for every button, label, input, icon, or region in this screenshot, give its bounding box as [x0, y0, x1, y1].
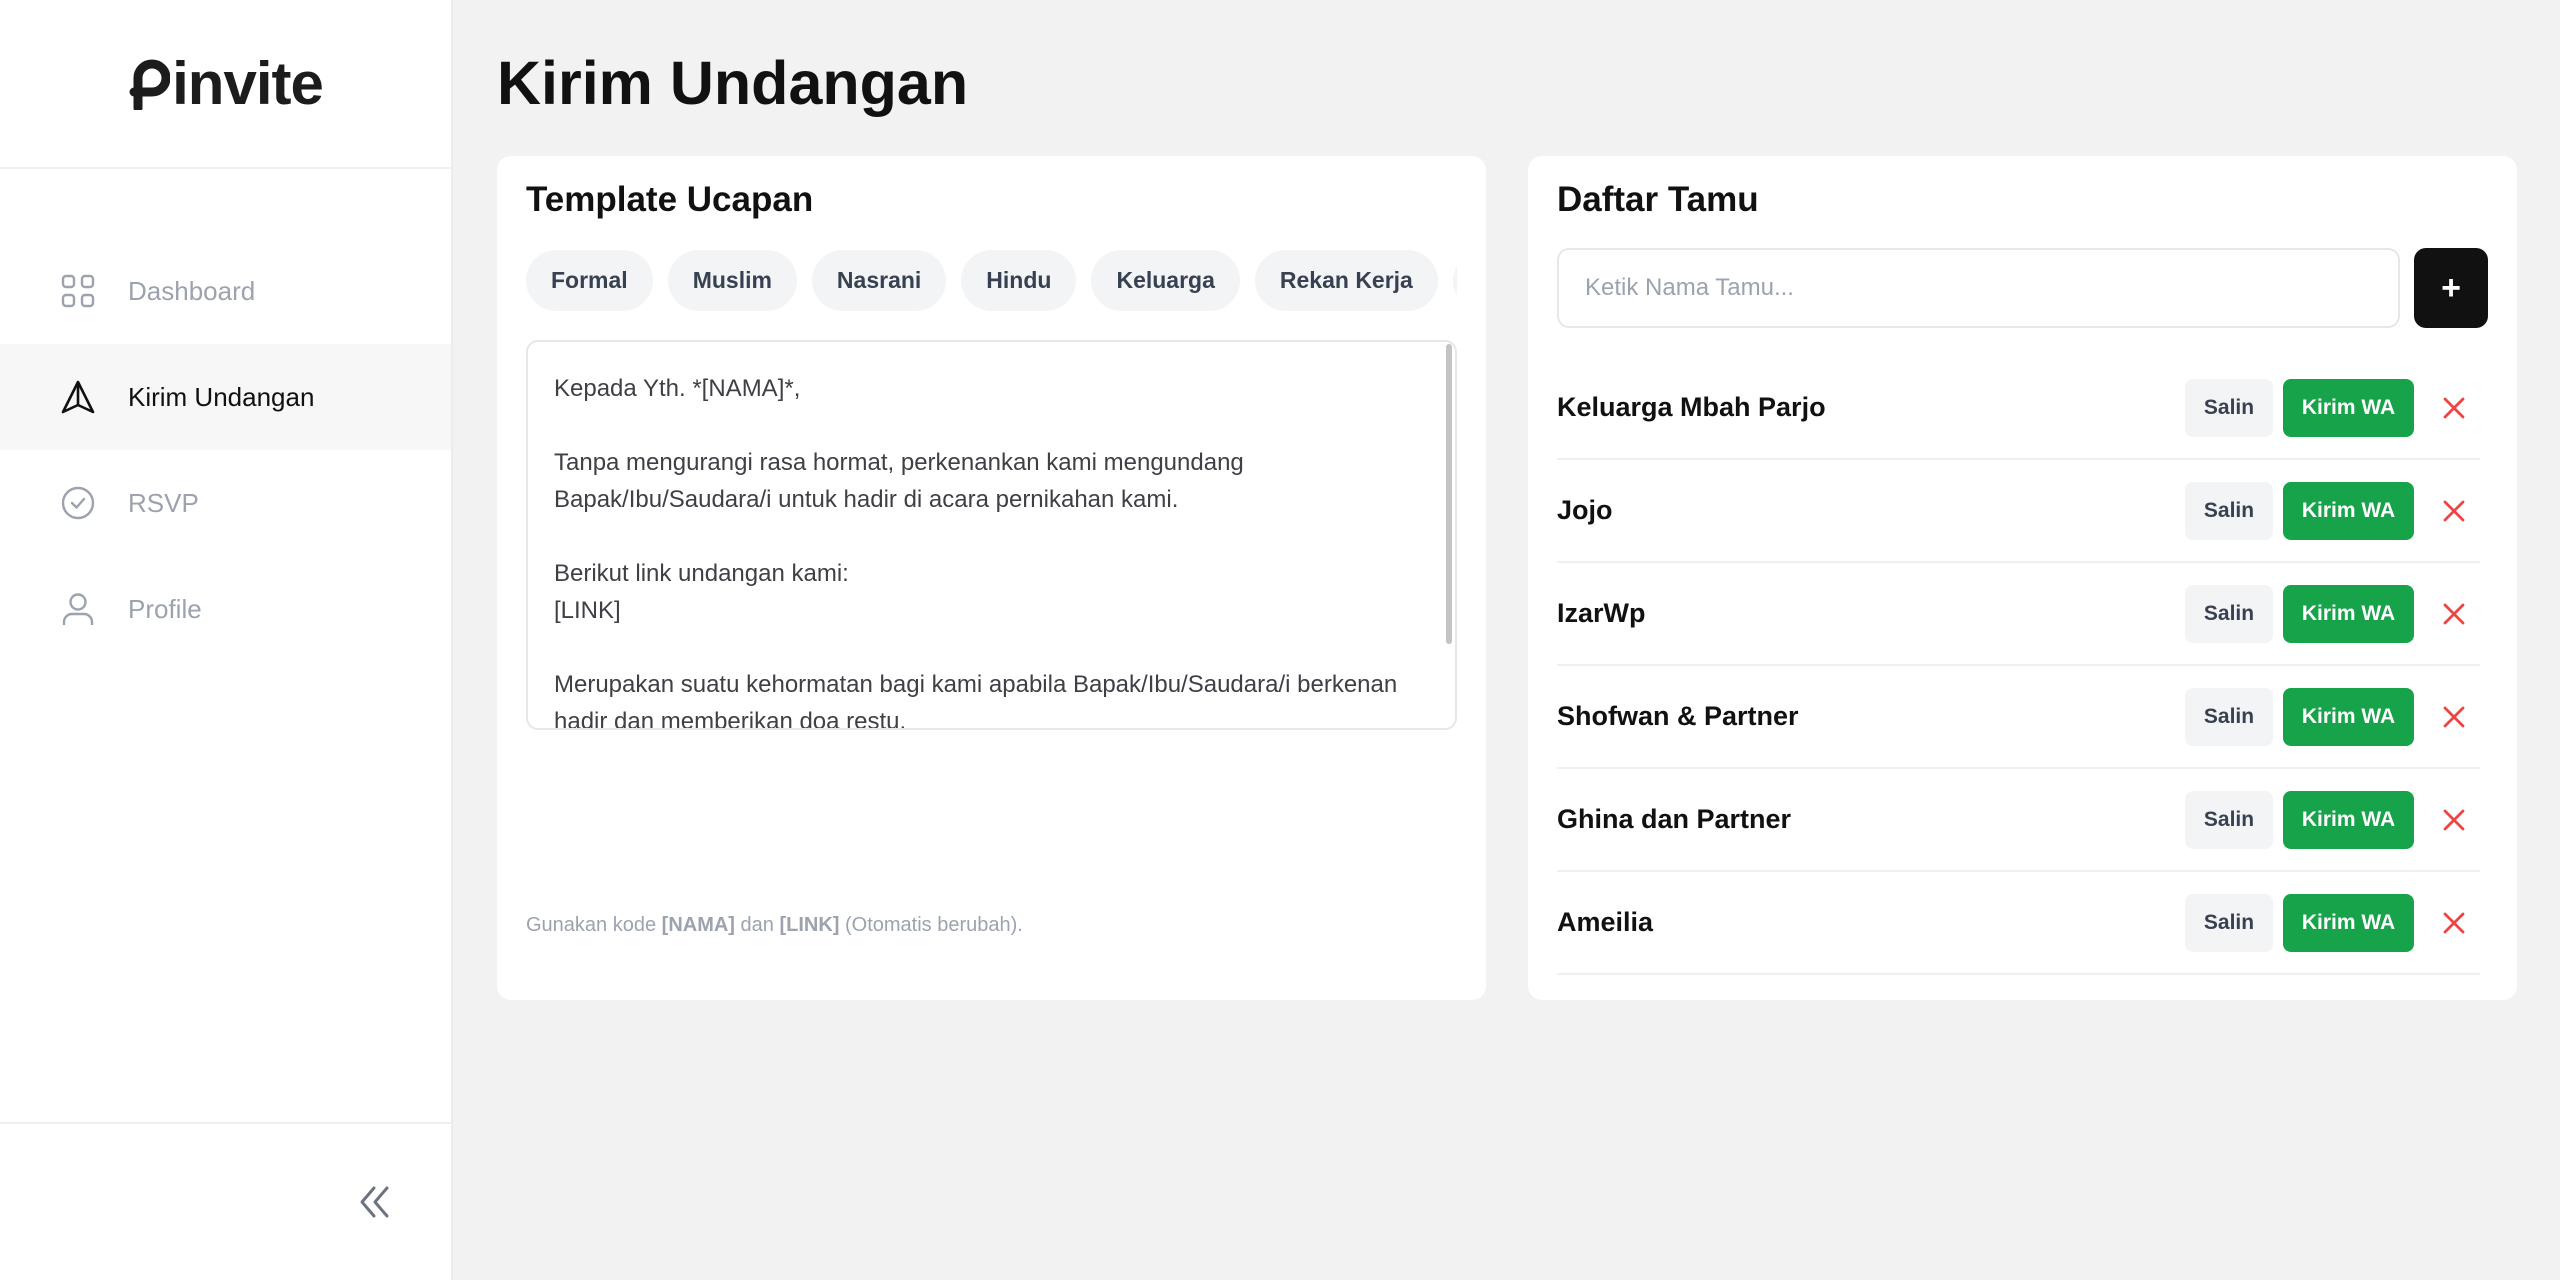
logo-text: invite	[172, 50, 324, 117]
guest-card-title: Daftar Tamu	[1557, 180, 1759, 219]
template-card-title: Template Ucapan	[526, 180, 814, 219]
grid-icon	[60, 273, 96, 309]
check-circle-icon	[60, 485, 96, 521]
sidebar-item-label: Profile	[128, 593, 202, 624]
app-logo[interactable]: invite	[128, 49, 324, 118]
guest-name: Keluarga Mbah Parjo	[1557, 392, 1826, 422]
chip-nasrani[interactable]: Nasrani	[811, 250, 947, 311]
guest-name: Shofwan & Partner	[1557, 701, 1799, 731]
guest-row: Jojo Salin Kirim WA	[1557, 460, 2480, 563]
hint-prefix: Gunakan kode	[526, 914, 662, 936]
delete-icon[interactable]	[2440, 703, 2468, 731]
hint-code-nama: [NAMA]	[661, 914, 735, 936]
sidebar-item-label: Kirim Undangan	[128, 381, 315, 412]
chip-be[interactable]: Be	[1452, 250, 1457, 311]
send-wa-button[interactable]: Kirim WA	[2283, 687, 2414, 746]
guest-row: IzarWp Salin Kirim WA	[1557, 563, 2480, 666]
sidebar-item-dashboard[interactable]: Dashboard	[0, 238, 451, 344]
sidebar: invite Dashboard Kirim Undangan RSVP Pro…	[0, 0, 453, 1280]
copy-button[interactable]: Salin	[2185, 481, 2273, 540]
message-textarea[interactable]: Kepada Yth. *[NAMA]*, Tanpa mengurangi r…	[526, 340, 1457, 730]
copy-button[interactable]: Salin	[2185, 687, 2273, 746]
guest-name: Ameilia	[1557, 907, 1654, 937]
add-guest-button[interactable]: +	[2414, 248, 2488, 328]
sidebar-item-label: RSVP	[128, 487, 199, 518]
user-icon	[60, 591, 96, 627]
page-title: Kirim Undangan	[497, 49, 969, 117]
delete-icon[interactable]	[2440, 600, 2468, 628]
logo-area: invite	[0, 0, 451, 169]
copy-button[interactable]: Salin	[2185, 790, 2273, 849]
guest-row: Shofwan & Partner Salin Kirim WA	[1557, 666, 2480, 769]
guest-name-input[interactable]	[1557, 248, 2400, 328]
sidebar-nav: Dashboard Kirim Undangan RSVP Profile	[0, 238, 451, 662]
sidebar-item-label: Dashboard	[128, 275, 256, 306]
chip-rekan-kerja[interactable]: Rekan Kerja	[1254, 250, 1438, 311]
send-icon	[60, 379, 96, 415]
sidebar-item-profile[interactable]: Profile	[0, 556, 451, 662]
guest-card: Daftar Tamu + Keluarga Mbah Parjo Salin …	[1528, 156, 2517, 1000]
message-text[interactable]: Kepada Yth. *[NAMA]*, Tanpa mengurangi r…	[528, 342, 1455, 728]
guest-row: Ameilia Salin Kirim WA	[1557, 872, 2480, 975]
guest-name: Jojo	[1557, 495, 1613, 525]
logo-mark-icon	[129, 59, 171, 110]
chip-formal[interactable]: Formal	[526, 250, 653, 311]
send-wa-button[interactable]: Kirim WA	[2283, 790, 2414, 849]
guest-list: Keluarga Mbah Parjo Salin Kirim WA Jojo …	[1557, 357, 2480, 975]
template-chip-list: Formal Muslim Nasrani Hindu Keluarga Rekan Ke…	[526, 250, 1457, 312]
hint-code-link: [LINK]	[779, 914, 840, 936]
delete-icon[interactable]	[2440, 806, 2468, 834]
collapse-sidebar-button[interactable]	[354, 1182, 394, 1222]
delete-icon[interactable]	[2440, 394, 2468, 422]
chip-muslim[interactable]: Muslim	[667, 250, 797, 311]
template-card: Template Ucapan Formal Muslim Nasrani Hindu…	[497, 156, 1486, 1000]
template-hint: Gunakan kode [NAMA] dan [LINK] (Otomatis…	[526, 914, 1023, 937]
delete-icon[interactable]	[2440, 909, 2468, 937]
guest-row: Ghina dan Partner Salin Kirim WA	[1557, 769, 2480, 872]
send-wa-button[interactable]: Kirim WA	[2283, 378, 2414, 437]
sidebar-footer	[0, 1122, 451, 1280]
send-wa-button[interactable]: Kirim WA	[2283, 481, 2414, 540]
chip-keluarga[interactable]: Keluarga	[1091, 250, 1240, 311]
copy-button[interactable]: Salin	[2185, 378, 2273, 437]
delete-icon[interactable]	[2440, 497, 2468, 525]
chip-hindu[interactable]: Hindu	[961, 250, 1077, 311]
hint-suffix: (Otomatis berubah).	[839, 914, 1023, 936]
chevrons-left-icon	[360, 1186, 389, 1218]
guest-row: Keluarga Mbah Parjo Salin Kirim WA	[1557, 357, 2480, 460]
copy-button[interactable]: Salin	[2185, 584, 2273, 643]
sidebar-item-rsvp[interactable]: RSVP	[0, 450, 451, 556]
textarea-scrollbar[interactable]	[1446, 344, 1452, 644]
send-wa-button[interactable]: Kirim WA	[2283, 584, 2414, 643]
guest-name: IzarWp	[1557, 598, 1646, 628]
send-wa-button[interactable]: Kirim WA	[2283, 893, 2414, 952]
sidebar-item-kirim-undangan[interactable]: Kirim Undangan	[0, 344, 451, 450]
guest-name: Ghina dan Partner	[1557, 804, 1792, 834]
hint-mid: dan	[734, 914, 780, 936]
copy-button[interactable]: Salin	[2185, 893, 2273, 952]
